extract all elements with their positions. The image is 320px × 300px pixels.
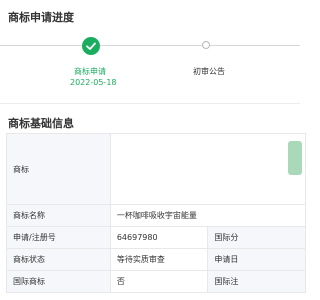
logo-cell <box>109 133 307 205</box>
row-label-secondary: 国际分 <box>207 226 306 249</box>
row-label: 申请/注册号 <box>6 226 111 249</box>
table-row: 申请/注册号 64697980 国际分 <box>6 226 306 249</box>
logo-label: 商标 <box>6 133 111 205</box>
step-label-preliminary-announcement: 初审公告 <box>193 67 225 76</box>
progress-line-middle <box>100 45 202 46</box>
row-label: 商标状态 <box>6 248 111 271</box>
table-row: 国际商标 否 国际注 <box>6 270 306 293</box>
basic-info-section-title: 商标基础信息 <box>8 117 74 130</box>
row-value: 等待实质审查 <box>109 248 209 271</box>
check-circle-icon <box>82 37 100 55</box>
basic-info-table: 商标 商标名称 一杯咖啡吸收宇宙能量 申请/注册号 64697980 国际分 商… <box>6 133 307 293</box>
row-value: 一杯咖啡吸收宇宙能量 <box>109 204 307 227</box>
progress-line-left <box>0 45 82 46</box>
progress-line-right <box>210 45 300 46</box>
progress-section-title: 商标申请进度 <box>8 11 74 24</box>
circle-dot-icon <box>202 41 210 49</box>
section-divider <box>0 103 300 104</box>
row-label-secondary: 国际注 <box>207 270 306 293</box>
row-value: 否 <box>109 270 209 293</box>
row-value: 64697980 <box>109 226 209 249</box>
row-label: 国际商标 <box>6 270 111 293</box>
row-label: 商标名称 <box>6 204 111 227</box>
table-row-logo: 商标 <box>6 133 307 205</box>
step-date-application: 2022-05-18 <box>70 78 117 87</box>
table-row: 商标状态 等待实质审查 申请日 <box>6 248 306 271</box>
step-label-application: 商标申请 <box>74 67 106 76</box>
trademark-image[interactable] <box>288 141 302 175</box>
row-label-secondary: 申请日 <box>207 248 306 271</box>
table-row: 商标名称 一杯咖啡吸收宇宙能量 <box>6 204 307 227</box>
